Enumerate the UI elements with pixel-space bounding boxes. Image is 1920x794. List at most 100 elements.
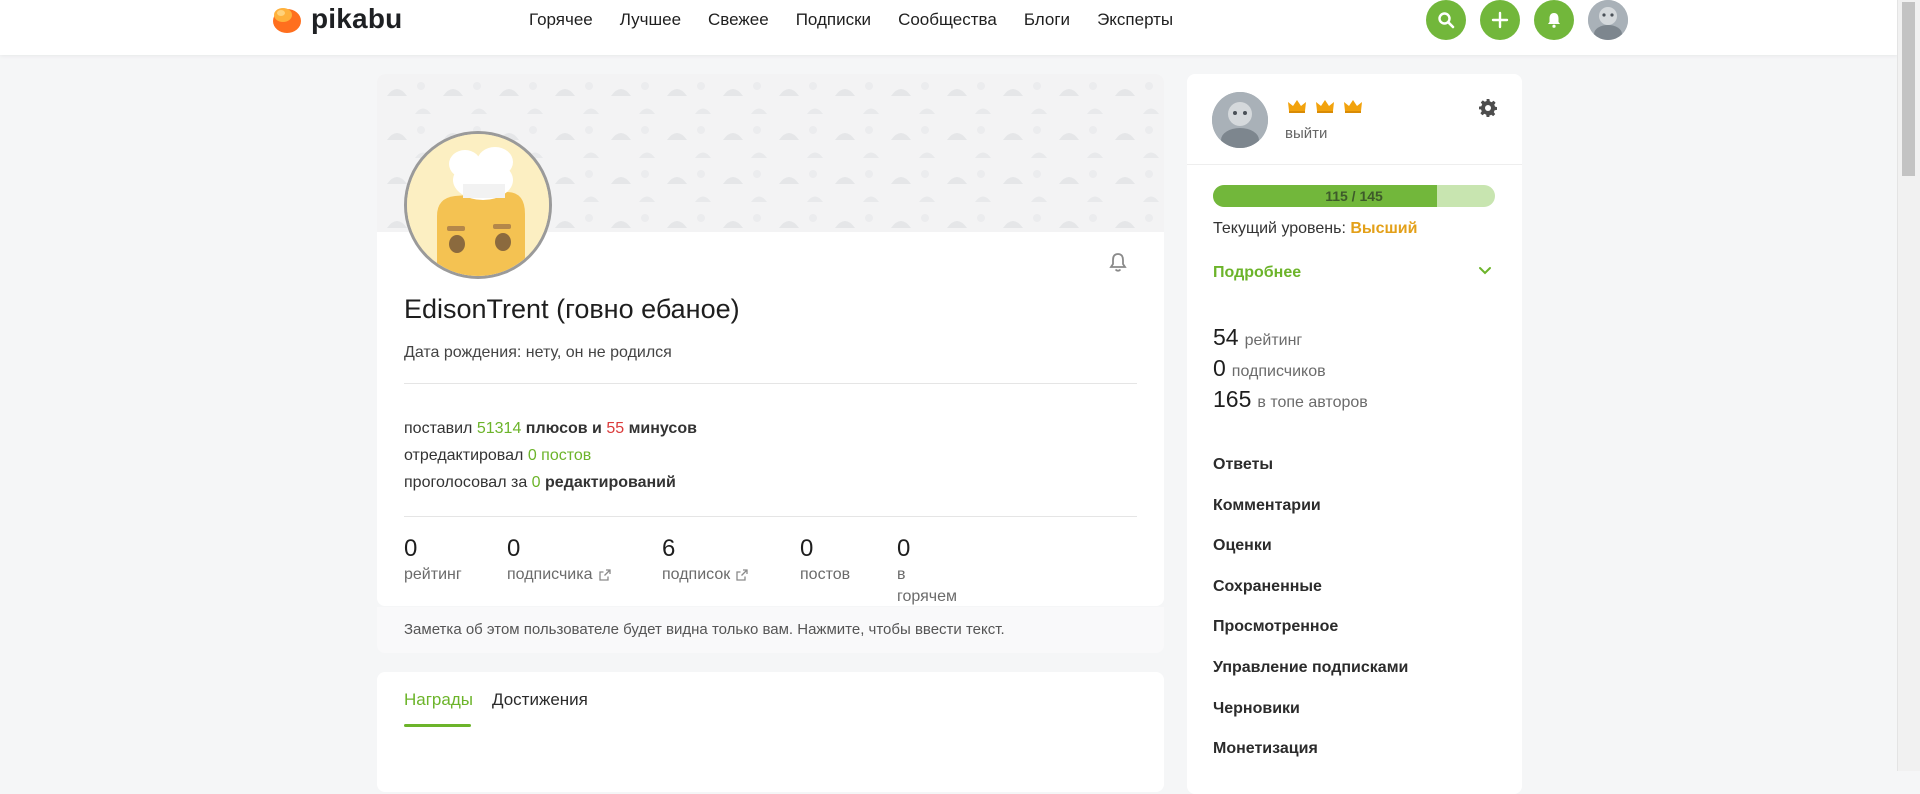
counter-label-row: подписок: [662, 564, 748, 586]
current-level: Текущий уровень: Высший: [1213, 220, 1417, 238]
sidebar-item-ratings[interactable]: Оценки: [1213, 537, 1272, 555]
user-avatar-image: [1212, 92, 1268, 148]
stat-label: в топе авторов: [1257, 394, 1368, 411]
pluses-count: 51314: [476, 420, 522, 437]
counter-value: 0: [507, 535, 521, 562]
edit-votes-word: редактирований: [545, 474, 676, 491]
sidebar-item-saved[interactable]: Сохраненные: [1213, 578, 1322, 596]
user-sidebar: выйти 115 / 145 Текущий уровень: Высший …: [1187, 74, 1522, 794]
minuses-label: минусов: [628, 420, 697, 437]
activity-edit-votes: проголосовал за 0 редактирований: [404, 469, 697, 496]
counter-value: 6: [662, 535, 676, 562]
external-link-icon: [736, 569, 748, 581]
stat-label: рейтинг: [1244, 332, 1303, 349]
level-value: Высший: [1350, 220, 1418, 237]
sidebar-user-avatar[interactable]: [1212, 92, 1268, 148]
default-chef-avatar-icon: [407, 134, 549, 276]
crown-icon: [1316, 100, 1334, 113]
pikabu-logo[interactable]: pikabu: [272, 2, 402, 36]
nav-blogs[interactable]: Блоги: [1024, 8, 1070, 32]
counter-label: в горячем: [897, 566, 957, 605]
nav-hot[interactable]: Горячее: [529, 8, 593, 32]
edits-value[interactable]: 0 постов: [528, 447, 591, 464]
counter-value: 0: [897, 535, 911, 562]
sidebar-stat-followers: 0 подписчиков: [1213, 355, 1326, 382]
crown-icon: [1344, 100, 1362, 113]
counter-posts: 0 постов: [800, 534, 850, 586]
edit-votes-count: 0: [531, 474, 541, 491]
counter-followers[interactable]: 0 подписчика: [507, 534, 611, 586]
user-avatar-image: [1588, 0, 1628, 40]
sidebar-item-comments[interactable]: Комментарии: [1213, 497, 1321, 515]
sidebar-stat-top-authors: 165 в топе авторов: [1213, 386, 1368, 413]
page-scrollbar[interactable]: [1897, 0, 1920, 771]
external-link-icon: [598, 569, 611, 581]
gear-icon[interactable]: [1478, 98, 1498, 118]
nav-best[interactable]: Лучшее: [620, 8, 681, 32]
counter-label: постов: [800, 566, 851, 583]
tab-awards[interactable]: Награды: [404, 690, 473, 710]
pikabu-logo-icon: [273, 8, 301, 33]
crown-icon: [1288, 100, 1306, 113]
counter-value: 0: [800, 535, 814, 562]
sidebar-item-replies[interactable]: Ответы: [1213, 456, 1273, 474]
profile-username: EdisonTrent (говно ебаное): [404, 294, 740, 324]
counter-rating: 0 рейтинг: [404, 534, 462, 586]
user-note[interactable]: Заметка об этом пользователе будет видна…: [377, 607, 1164, 653]
main-nav: Горячее Лучшее Свежее Подписки Сообществ…: [529, 8, 1200, 32]
nav-subscriptions[interactable]: Подписки: [796, 8, 871, 32]
tab-achievements[interactable]: Достижения: [492, 690, 588, 710]
plus-icon: [1491, 11, 1509, 29]
search-button[interactable]: [1426, 0, 1466, 40]
details-toggle[interactable]: Подробнее: [1213, 264, 1301, 282]
counter-label: рейтинг: [404, 566, 462, 583]
counter-hot: 0 в горячем: [897, 534, 957, 606]
sidebar-item-drafts[interactable]: Черновики: [1213, 700, 1300, 718]
scrollbar-thumb[interactable]: [1902, 2, 1915, 176]
notifications-button[interactable]: [1534, 0, 1574, 40]
minuses-count: 55: [606, 420, 625, 437]
nav-fresh[interactable]: Свежее: [708, 8, 769, 32]
stat-value: 0: [1213, 355, 1226, 381]
sidebar-stat-rating: 54 рейтинг: [1213, 324, 1302, 351]
active-tab-indicator: [404, 724, 471, 727]
nav-communities[interactable]: Сообщества: [898, 8, 997, 32]
user-crowns: [1287, 98, 1371, 114]
stat-value: 165: [1213, 386, 1252, 412]
profile-card: EdisonTrent (говно ебаное) Дата рождения…: [377, 74, 1164, 606]
bell-icon: [1548, 13, 1560, 28]
counter-label-row: подписчика: [507, 564, 611, 586]
top-header: pikabu Горячее Лучшее Свежее Подписки Со…: [0, 0, 1898, 55]
sidebar-item-viewed[interactable]: Просмотренное: [1213, 618, 1338, 636]
level-progress-text: 115 / 145: [1325, 188, 1383, 204]
search-icon: [1438, 12, 1455, 29]
activity-label: поставил: [404, 420, 473, 437]
sidebar-item-manage-subscriptions[interactable]: Управление подписками: [1213, 659, 1408, 677]
counter-subscriptions[interactable]: 6 подписок: [662, 534, 748, 586]
divider: [1187, 164, 1522, 165]
counter-label: подписчика: [507, 566, 593, 583]
subscribe-bell-icon[interactable]: [1107, 251, 1129, 273]
counter-value: 0: [404, 535, 418, 562]
sidebar-item-monetization[interactable]: Монетизация: [1213, 740, 1318, 758]
user-note-text: Заметка об этом пользователе будет видна…: [404, 621, 1005, 638]
profile-birth-date: Дата рождения: нету, он не родился: [404, 344, 672, 361]
profile-activity: поставил 51314 плюсов и 55 минусов отред…: [404, 415, 697, 496]
logo-text: pikabu: [311, 3, 403, 34]
profile-avatar[interactable]: [404, 131, 552, 279]
stat-value: 54: [1213, 324, 1239, 350]
logout-link[interactable]: выйти: [1285, 125, 1327, 142]
edits-label: отредактировал: [404, 447, 524, 464]
activity-edits: отредактировал 0 постов: [404, 442, 697, 469]
add-post-button[interactable]: [1480, 0, 1520, 40]
level-label: Текущий уровень:: [1213, 220, 1346, 237]
chevron-down-icon[interactable]: [1478, 266, 1492, 276]
nav-experts[interactable]: Эксперты: [1097, 8, 1173, 32]
stat-label: подписчиков: [1231, 363, 1326, 380]
activity-votes: поставил 51314 плюсов и 55 минусов: [404, 415, 697, 442]
divider: [404, 516, 1137, 517]
edit-votes-label: проголосовал за: [404, 474, 528, 491]
header-user-avatar[interactable]: [1588, 0, 1628, 40]
level-progress-bar: 115 / 145: [1213, 185, 1495, 207]
counter-label: подписок: [662, 566, 731, 583]
